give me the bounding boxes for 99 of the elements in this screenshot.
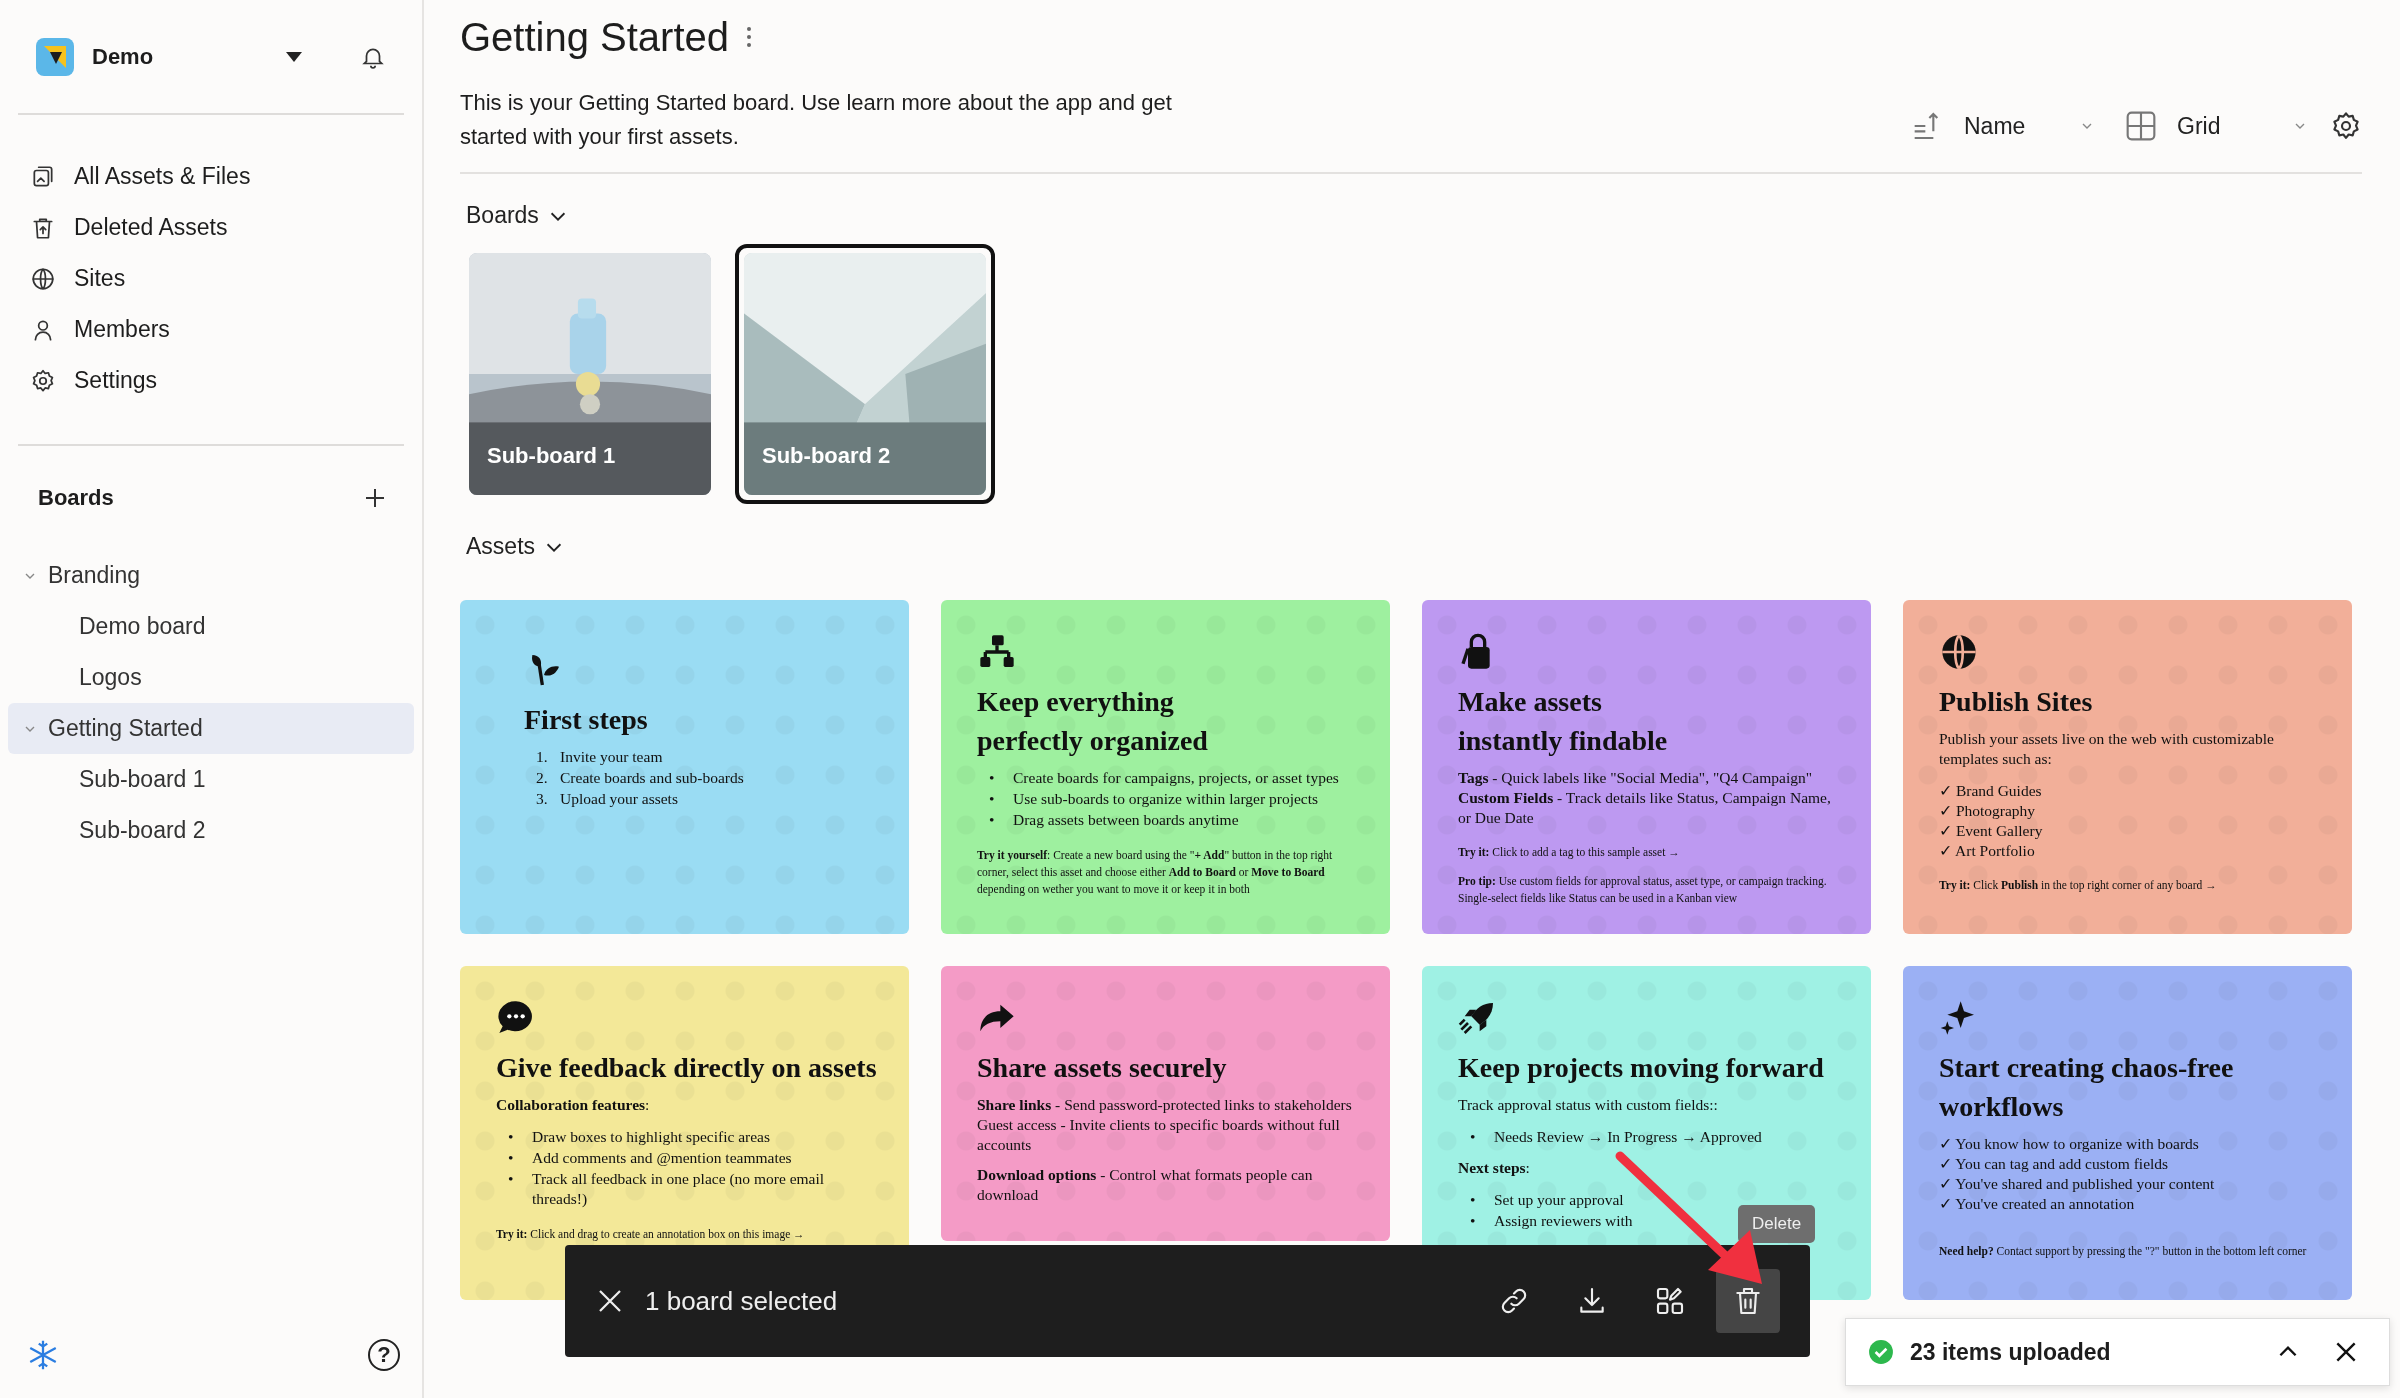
caret-icon[interactable] (286, 51, 302, 62)
text-line: ✓ Event Gallery (1939, 821, 2044, 841)
asset-card[interactable] (941, 600, 1390, 934)
asset-card[interactable] (941, 966, 1390, 1241)
list-marker: • (508, 1148, 515, 1168)
text-line: Custom Fields - Track details like Status, Campaign Name, or Due Date (1458, 788, 1832, 828)
list-item: Use sub-boards to organize within larger projects (1013, 789, 1319, 809)
selection-count: 1 board selected (645, 1285, 839, 1317)
help-button[interactable]: ? (368, 1339, 400, 1371)
card-title: Publish Sites (1939, 685, 2094, 719)
tree-item[interactable]: Getting Started (8, 703, 414, 754)
text-line: ✓ You know how to organize with boards (1939, 1134, 2200, 1154)
card-title: Keep everything perfectly organized (977, 685, 1209, 758)
list-marker: • (1470, 1190, 1477, 1210)
tree-item[interactable]: Branding (8, 550, 414, 601)
text-line: ✓ Brand Guides (1939, 781, 2043, 801)
section-toggle[interactable]: Assets (466, 533, 566, 560)
tooltip: Delete (1738, 1205, 1816, 1243)
asset-card[interactable] (1903, 966, 2352, 1300)
list-marker: 3. (536, 789, 549, 809)
card-title: First steps (524, 703, 649, 737)
success-icon (1868, 1339, 1894, 1365)
page-title: Getting Started (460, 14, 730, 60)
section-heading: Boards (38, 485, 114, 511)
files-icon (30, 163, 56, 190)
tree-item[interactable]: Logos (8, 652, 414, 703)
paragraph: Publish your assets live on the web with customizable templates such as: (1939, 729, 2275, 769)
list-item: Create boards for campaigns, projects, or asset types (1013, 768, 1339, 788)
list-marker: • (989, 789, 996, 809)
board-card[interactable]: Sub-board 1 (460, 244, 720, 504)
card-title: Keep projects moving forward (1458, 1051, 1825, 1085)
view-dropdown[interactable]: Grid (2117, 110, 2316, 142)
more-icon[interactable] (745, 25, 754, 49)
card-title: Make assets instantly findable (1458, 685, 1669, 758)
delete-button[interactable] (1716, 1269, 1780, 1333)
grid-edit-icon (1654, 1285, 1686, 1317)
nav-item[interactable]: Sites (18, 253, 404, 304)
list-item: Create boards and sub-boards (560, 768, 744, 788)
text-line: ✓ You've created an annotation (1939, 1194, 2136, 1214)
list-item: Drag assets between boards anytime (1013, 810, 1239, 830)
list-item: Assign reviewers with (1494, 1211, 1633, 1231)
tip-text: Try it: Click to add a tag to this sample asset → (1458, 845, 1681, 861)
list-marker: • (508, 1127, 515, 1147)
list-item: Add comments and @mention teammates (532, 1148, 792, 1168)
card-title: Start creating chaos-free workflows (1939, 1051, 2235, 1124)
list-item: Upload your assets (560, 789, 678, 809)
section-toggle[interactable]: Boards (466, 202, 569, 229)
list-item: Needs Review → In Progress → Approved (1494, 1127, 1762, 1147)
paragraph: Collaboration features: (496, 1095, 651, 1115)
text-line: ✓ Art Portfolio (1939, 841, 2036, 861)
settings-icon (30, 367, 56, 394)
list-marker: • (989, 768, 996, 788)
nav-item[interactable]: All Assets & Files (18, 151, 404, 202)
list-marker: • (1470, 1127, 1477, 1147)
workspace-name[interactable]: Demo (92, 43, 268, 70)
paragraph: Next steps: (1458, 1158, 1531, 1178)
grid-icon (2125, 110, 2157, 142)
add-icon[interactable] (364, 487, 386, 509)
asset-card[interactable] (1903, 600, 2352, 934)
globe-icon (30, 265, 56, 292)
tip-text: Pro tip: Use custom fields for approval status, asset type, or campaign tracking. Single-select fields like Status can be used in a Kanban view (1458, 874, 1828, 907)
text-line: Share links - Send password-protected links to stakeholders (977, 1095, 1353, 1115)
tip-text: Try it: Click Publish in the top right corner of any board → (1939, 878, 2218, 894)
sort-dropdown[interactable]: Name (1904, 110, 2103, 142)
text-line: Guest access - Invite clients to specific boards without full accounts (977, 1115, 1341, 1155)
settings-icon (2330, 110, 2362, 142)
list-marker: • (508, 1169, 515, 1189)
help-text: Need help? Contact support by pressing the "?" button in the bottom left corner (1939, 1244, 2308, 1260)
tip-text: Try it yourself: Create a new board using the "+ Add" button in the top right corner, select this asset and choose either Add to Board or Move to Board depending on wether you want to move it or keep it in both (977, 848, 1334, 898)
list-item: Draw boxes to highlight specific areas (532, 1127, 771, 1147)
text-line: ✓ You can tag and add custom fields (1939, 1154, 2170, 1174)
card-title: Give feedback directly on assets (496, 1051, 878, 1085)
asset-card[interactable] (1422, 600, 1871, 934)
paragraph: Track approval status with custom fields:: (1458, 1095, 1719, 1115)
list-marker: • (989, 810, 996, 830)
list-item: Track all feedback in one place (no more email threads!) (532, 1169, 826, 1209)
globe-icon (1939, 632, 1979, 672)
list-marker: 1. (536, 747, 549, 767)
list-item: Invite your team (560, 747, 663, 767)
asset-card[interactable]: First steps 1. Invite your team 2. Create boards and sub-boards 3. Upload your assets (460, 600, 909, 934)
nav-item[interactable]: Deleted Assets (18, 202, 404, 253)
card-title: Share assets securely (977, 1051, 1228, 1085)
paragraph: Download options - Control what formats people can download (977, 1165, 1314, 1205)
page-description: This is your Getting Started board. Use learn more about the app and get started with your first assets. (460, 89, 1173, 151)
list-marker: • (1470, 1211, 1477, 1231)
nav-item[interactable]: Settings (18, 355, 404, 406)
tree-item[interactable]: Sub-board 2 (8, 805, 414, 856)
tree-item[interactable]: Demo board (8, 601, 414, 652)
tree-item[interactable]: Sub-board 1 (8, 754, 414, 805)
text-line: ✓ Photography (1939, 801, 2037, 821)
text-line: ✓ You've shared and published your content (1939, 1174, 2216, 1194)
nav-item[interactable]: Members (18, 304, 404, 355)
workspace-logo (36, 37, 74, 76)
list-item: Set up your approval (1494, 1190, 1624, 1210)
text-line: Tags - Quick labels like "Social Media", "Q4 Campaign" (1458, 768, 1814, 788)
toast-message: 23 items uploaded (1910, 1338, 2112, 1366)
list-marker: 2. (536, 768, 549, 788)
board-card[interactable]: Sub-board 2 (735, 244, 995, 504)
tip-text: Try it: Click and drag to create an annotation box on this image → (496, 1227, 806, 1243)
